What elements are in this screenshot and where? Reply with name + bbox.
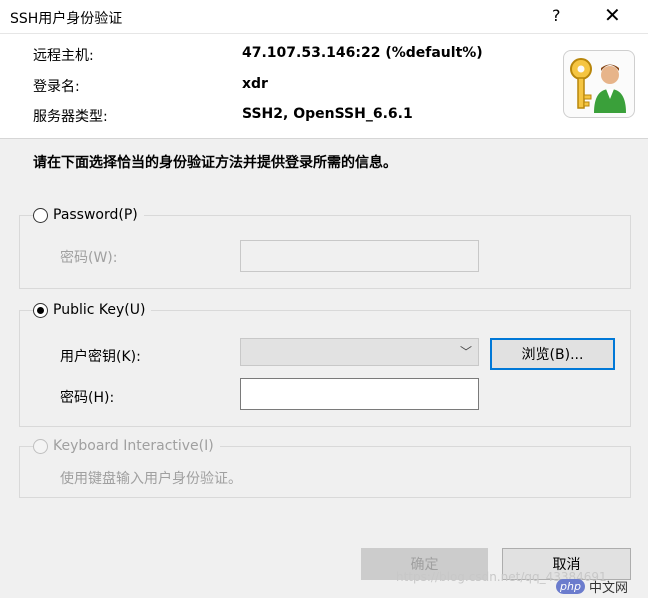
browse-button[interactable]: 浏览(B)... — [490, 338, 615, 370]
login-value: xdr — [242, 76, 268, 92]
radio-button[interactable] — [33, 302, 48, 318]
server-type-value: SSH2, OpenSSH_6.6.1 — [242, 106, 413, 122]
password-input[interactable] — [240, 240, 479, 272]
keyboard-interactive-description: 使用键盘输入用户身份验证。 — [60, 471, 242, 487]
key-password-label: 密码(H): — [60, 390, 115, 406]
watermark-cn: 中文网 — [588, 580, 628, 596]
password-radio[interactable]: Password(P) — [33, 207, 144, 223]
window-title: SSH用户身份验证 — [10, 11, 123, 27]
radio-button[interactable] — [33, 438, 48, 454]
user-key-select[interactable]: ﹀ — [240, 338, 479, 366]
public-key-radio[interactable]: Public Key(U) — [33, 302, 152, 318]
key-password-input[interactable] — [240, 378, 479, 410]
keyboard-interactive-label: Keyboard Interactive(I) — [53, 438, 214, 454]
watermark-badge: php 中文网 — [556, 576, 646, 596]
title-bar: SSH用户身份验证 ? ✕ — [0, 0, 648, 34]
connection-info-panel: 远程主机: 47.107.53.146:22 (%default%) 登录名: … — [0, 34, 648, 139]
password-radio-label: Password(P) — [53, 207, 138, 223]
help-button[interactable]: ? — [552, 6, 561, 25]
password-label: 密码(W): — [60, 250, 118, 266]
host-value: 47.107.53.146:22 (%default%) — [242, 45, 483, 61]
keyboard-interactive-radio[interactable]: Keyboard Interactive(I) — [33, 438, 220, 454]
user-key-label: 用户密钥(K): — [60, 349, 141, 365]
server-type-label: 服务器类型: — [33, 109, 108, 125]
close-button[interactable]: ✕ — [604, 4, 621, 26]
watermark-php: php — [556, 578, 585, 594]
radio-button[interactable] — [33, 207, 48, 223]
login-label: 登录名: — [33, 79, 80, 95]
instruction-text: 请在下面选择恰当的身份验证方法并提供登录所需的信息。 — [33, 155, 397, 171]
public-key-radio-label: Public Key(U) — [53, 302, 146, 318]
host-label: 远程主机: — [33, 48, 94, 64]
key-user-icon — [563, 50, 635, 118]
chevron-down-icon: ﹀ — [459, 345, 472, 359]
